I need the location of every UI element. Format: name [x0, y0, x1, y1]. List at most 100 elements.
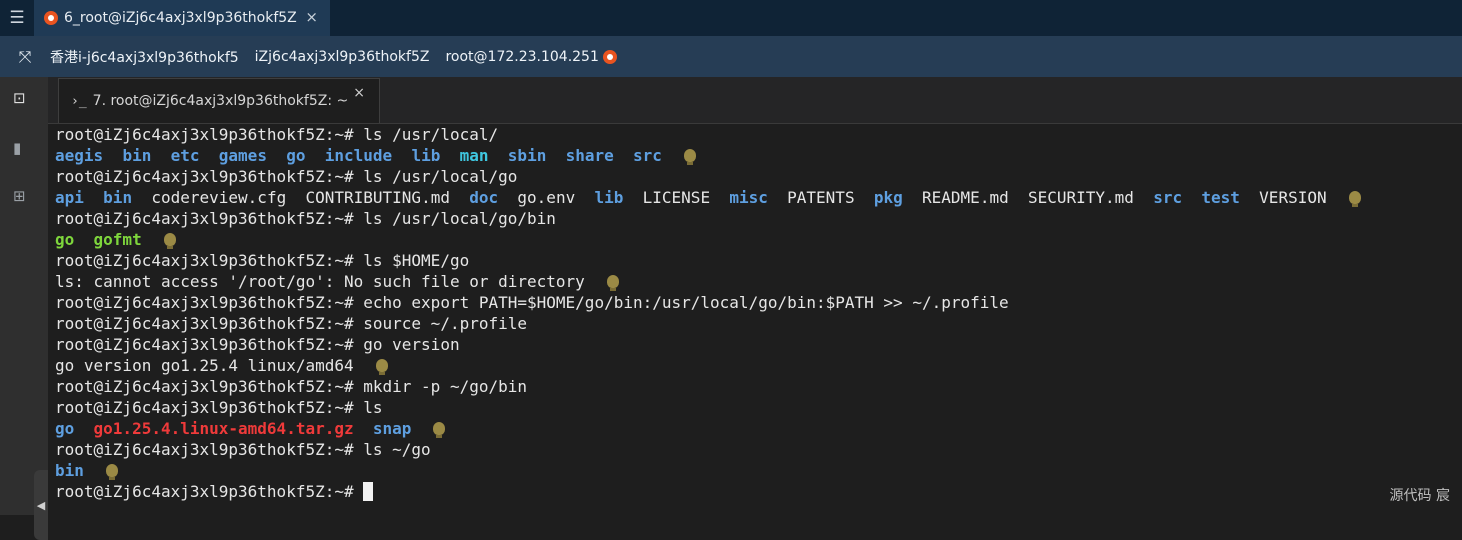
terminal-text: root@iZj6c4axj3xl9p36thokf5Z:~#: [55, 482, 364, 501]
terminal-line: go version go1.25.4 linux/amd64: [55, 355, 1361, 376]
terminal-dir-entry: snap: [372, 419, 412, 438]
terminal-text: README.md SECURITY.md: [902, 188, 1154, 207]
terminal-dir-entry: pkg: [873, 188, 903, 207]
terminal-dir-entry: bin: [55, 461, 84, 480]
terminal-dir-entry: go: [286, 146, 306, 165]
terminal-dir-entry: games: [218, 146, 267, 165]
terminal-text: root@iZj6c4axj3xl9p36thokf5Z:~# ls /usr/…: [55, 209, 556, 228]
region-label: 香港i-j6c4axj3xl9p36thokf5: [50, 49, 239, 66]
terminal-cursor: [363, 482, 374, 501]
terminal-dir-entry: include: [324, 146, 393, 165]
terminal-dir-entry: share: [565, 146, 614, 165]
lightbulb-icon[interactable]: [163, 233, 176, 249]
connection-info-bar: ⤧ 香港i-j6c4axj3xl9p36thokf5 iZj6c4axj3xl9…: [0, 36, 1462, 77]
terminal-line: go gofmt: [55, 229, 1361, 250]
terminal-dir-entry: doc: [469, 188, 499, 207]
collapse-panel-icon[interactable]: ◀: [34, 470, 48, 540]
terminal-text: root@iZj6c4axj3xl9p36thokf5Z:~# ls $HOME…: [55, 251, 470, 270]
terminal-output[interactable]: root@iZj6c4axj3xl9p36thokf5Z:~# ls /usr/…: [48, 124, 1462, 515]
terminal-text: codereview.cfg CONTRIBUTING.md: [132, 188, 470, 207]
terminal-text: LICENSE: [623, 188, 730, 207]
terminal-dir-entry: src: [633, 146, 662, 165]
watermark: 源代码 宸: [1389, 488, 1450, 504]
terminal-tab[interactable]: ›_ 7. root@iZj6c4axj3xl9p36thokf5Z: ~ ×: [58, 78, 380, 123]
ubuntu-icon: [44, 11, 58, 25]
terminal-arc-entry: go1.25.4.linux-amd64.tar.gz: [93, 419, 354, 438]
window-tab-title: 6_root@iZj6c4axj3xl9p36thokf5Z: [64, 10, 297, 26]
terminal-dir-entry: aegis: [55, 146, 104, 165]
terminal-line: root@iZj6c4axj3xl9p36thokf5Z:~# source ~…: [55, 313, 1361, 334]
terminal-dir-entry: misc: [729, 188, 768, 207]
terminal-line: root@iZj6c4axj3xl9p36thokf5Z:~# mkdir -p…: [55, 376, 1361, 397]
terminal-line: root@iZj6c4axj3xl9p36thokf5Z:~# ls /usr/…: [55, 208, 1361, 229]
ubuntu-icon: [602, 49, 617, 64]
terminal-dir-entry: bin: [122, 146, 152, 165]
terminal-text: root@iZj6c4axj3xl9p36thokf5Z:~# echo exp…: [55, 293, 1009, 312]
lightbulb-icon[interactable]: [433, 422, 446, 438]
terminal-icon[interactable]: ⊡: [13, 89, 26, 107]
terminal-text: root@iZj6c4axj3xl9p36thokf5Z:~# ls /usr/…: [55, 125, 499, 144]
terminal-text: ls: cannot access '/root/go': No such fi…: [55, 272, 585, 291]
terminal-exe-entry: gofmt: [93, 230, 142, 249]
terminal-text: root@iZj6c4axj3xl9p36thokf5Z:~# ls /usr/…: [55, 167, 518, 186]
window-tab-close-icon[interactable]: ×: [305, 8, 318, 26]
terminal-dir-entry: sbin: [507, 146, 547, 165]
terminal-line: ls: cannot access '/root/go': No such fi…: [55, 271, 1361, 292]
window-tab[interactable]: 6_root@iZj6c4axj3xl9p36thokf5Z ×: [34, 0, 330, 36]
terminal-text: PATENTS: [767, 188, 874, 207]
lightbulb-icon[interactable]: [375, 359, 388, 375]
terminal-text: root@iZj6c4axj3xl9p36thokf5Z:~# ls ~/go: [55, 440, 431, 459]
terminal-tab-strip: ›_ 7. root@iZj6c4axj3xl9p36thokf5Z: ~ ×: [48, 77, 1462, 124]
sidebar: ⊡ ▮ ⊞ ◀: [0, 77, 48, 540]
lightbulb-icon[interactable]: [683, 149, 696, 165]
terminal-dir-entry: go: [55, 419, 75, 438]
terminal-dir-entry: test: [1201, 188, 1240, 207]
terminal-dir-entry: bin: [103, 188, 133, 207]
terminal-dir-entry: etc: [170, 146, 200, 165]
hostname-label: iZj6c4axj3xl9p36thokf5Z: [254, 48, 430, 65]
terminal-prompt-icon: ›_: [71, 93, 87, 109]
lightbulb-icon[interactable]: [1348, 191, 1361, 207]
terminal-text: root@iZj6c4axj3xl9p36thokf5Z:~# mkdir -p…: [55, 377, 528, 396]
terminal-lines: root@iZj6c4axj3xl9p36thokf5Z:~# ls /usr/…: [55, 124, 1361, 502]
terminal-text: VERSION: [1239, 188, 1327, 207]
terminal-line: root@iZj6c4axj3xl9p36thokf5Z:~# ls ~/go: [55, 439, 1361, 460]
terminal-dir-entry: lib: [594, 188, 624, 207]
terminal-line: root@iZj6c4axj3xl9p36thokf5Z:~# ls /usr/…: [55, 124, 1361, 145]
expand-icon[interactable]: ⤧: [0, 47, 50, 67]
lightbulb-icon[interactable]: [105, 464, 118, 480]
terminal-line: aegis bin etc games go include lib man s…: [55, 145, 1361, 166]
terminal-line: api bin codereview.cfg CONTRIBUTING.md d…: [55, 187, 1361, 208]
terminal-line: go go1.25.4.linux-amd64.tar.gz snap: [55, 418, 1361, 439]
terminal-line: root@iZj6c4axj3xl9p36thokf5Z:~# ls /usr/…: [55, 166, 1361, 187]
terminal-text: go version go1.25.4 linux/amd64: [55, 356, 354, 375]
title-bar: ☰ 6_root@iZj6c4axj3xl9p36thokf5Z ×: [0, 0, 1462, 36]
terminal-exe-entry: go: [55, 230, 75, 249]
terminal-dir-entry: api: [55, 188, 84, 207]
terminal-line: root@iZj6c4axj3xl9p36thokf5Z:~# go versi…: [55, 334, 1361, 355]
apps-icon[interactable]: ⊞: [13, 187, 26, 205]
terminal-text: root@iZj6c4axj3xl9p36thokf5Z:~# source ~…: [55, 314, 528, 333]
terminal-dirc-entry: man: [459, 146, 489, 165]
menu-icon[interactable]: ☰: [0, 0, 34, 36]
lightbulb-icon[interactable]: [606, 275, 619, 291]
file-icon[interactable]: ▮: [13, 139, 21, 157]
terminal-tab-close-icon[interactable]: ×: [353, 85, 365, 101]
terminal-text: go.env: [498, 188, 595, 207]
terminal-line: root@iZj6c4axj3xl9p36thokf5Z:~# ls: [55, 397, 1361, 418]
terminal-line: bin: [55, 460, 1361, 481]
